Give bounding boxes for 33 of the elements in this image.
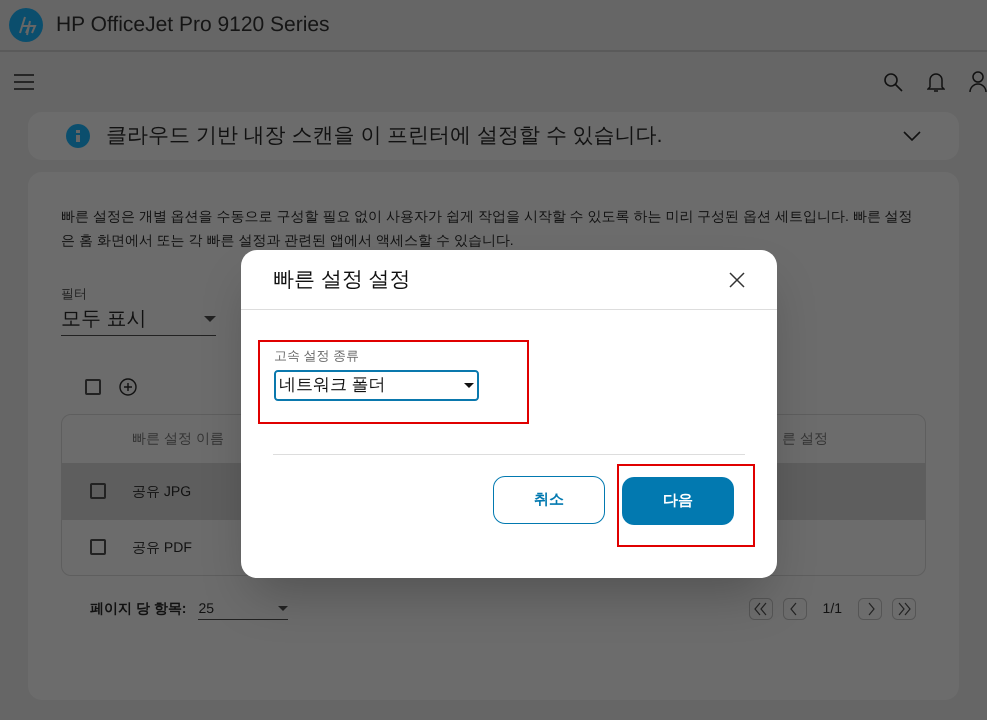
- next-button[interactable]: 다음: [622, 477, 734, 525]
- table-cell-text: 공유 PDF: [132, 538, 192, 556]
- filter-label: 필터: [61, 285, 88, 303]
- banner-text: 클라우드 기반 내장 스캔을 이 프린터에 설정할 수 있습니다.: [106, 123, 664, 150]
- checkbox[interactable]: [90, 483, 106, 499]
- cancel-button[interactable]: 취소: [493, 476, 605, 524]
- column-header: 빠른 설정 이름: [132, 429, 225, 448]
- info-icon: [66, 124, 90, 148]
- type-dropdown[interactable]: 네트워크 폴더: [274, 370, 479, 400]
- user-icon[interactable]: [969, 71, 987, 93]
- page-button-icon[interactable]: [782, 598, 807, 620]
- page-button-icon[interactable]: [858, 598, 882, 620]
- table-cell-text: 공유 JPG: [132, 482, 192, 500]
- bell-icon[interactable]: [927, 71, 945, 93]
- description-text: 빠른 설정은 개별 옵션을 수동으로 구성할 필요 없이 사용자가 쉽게 작업을 시작할 수 있도록 하는 미리 구성된 옵션 세트입니다. 빠른 설정은 홈 화면에서 또는 각 빠른 설정과 관련된 앱에서 액세스할 수 있습니다.: [61, 207, 914, 250]
- per-page-dropdown[interactable]: 25: [198, 598, 288, 620]
- chevron-icon[interactable]: [903, 131, 921, 141]
- dialog-title: 빠른 설정 설정: [273, 266, 411, 293]
- checkbox[interactable]: [85, 378, 101, 394]
- close-icon[interactable]: [729, 272, 745, 288]
- column-header: 른 설정: [782, 429, 828, 448]
- page-indicator: 1/1: [822, 599, 842, 618]
- page-button-icon[interactable]: [748, 598, 773, 620]
- page-button-icon[interactable]: [892, 598, 916, 620]
- window-title: HP OfficeJet Pro 9120 Series: [56, 12, 330, 38]
- field-label: 고속 설정 종류: [274, 347, 360, 365]
- filter-dropdown[interactable]: 모두 표시: [61, 304, 216, 336]
- checkbox[interactable]: [90, 539, 106, 555]
- menu-icon[interactable]: [14, 74, 34, 90]
- logo-icon: [8, 7, 44, 43]
- per-page-label: 페이지 당 항목:: [90, 599, 186, 618]
- add-icon[interactable]: [119, 378, 137, 396]
- search-icon[interactable]: [883, 72, 903, 92]
